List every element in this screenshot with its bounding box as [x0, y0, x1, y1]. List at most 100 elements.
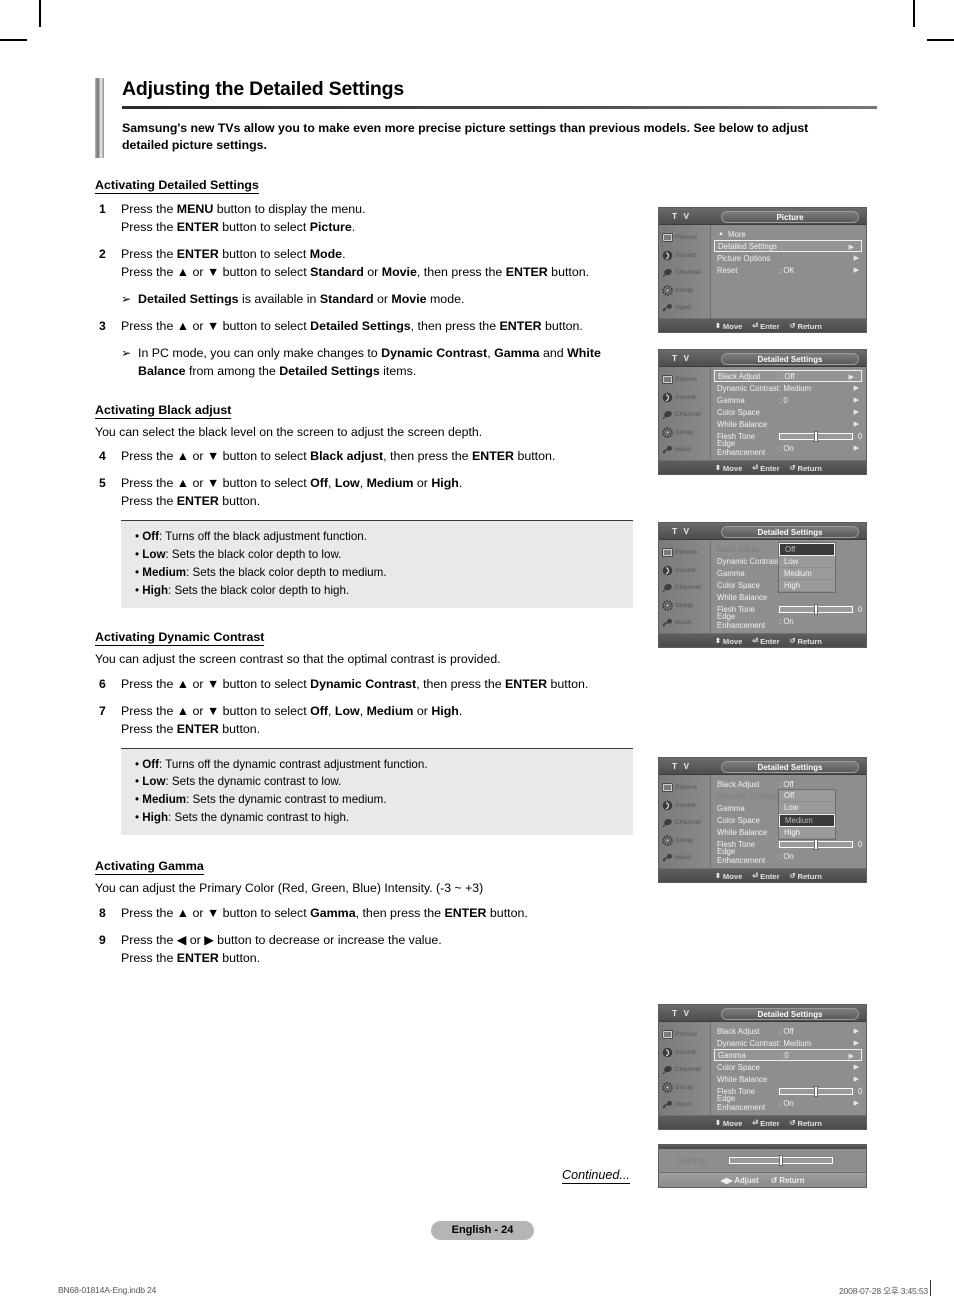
osd-sidebar-label: Picture [675, 784, 698, 792]
osd-menu-row[interactable]: Detailed Settings ▶ [714, 240, 862, 252]
osd-sidebar-item-input[interactable]: Input [659, 1096, 710, 1114]
step-text: Press the ▲ or ▼ button to select Detail… [121, 319, 583, 334]
osd-sidebar-label: Picture [675, 234, 698, 242]
osd-hint-bar: ⬍ Move ⏎ Enter ↺ Return [659, 1115, 866, 1129]
osd-sidebar-item-picture[interactable]: Picture [659, 544, 710, 562]
osd-dropdown-option[interactable]: High [779, 580, 835, 592]
osd-sidebar-item-setup[interactable]: Setup [659, 424, 710, 442]
osd-panel-detailed-settings-menu[interactable]: T V Detailed Settings Picture Sound Channel S… [658, 349, 867, 475]
osd-tv-label: T V [672, 353, 692, 363]
osd-sidebar-item-setup[interactable]: Setup [659, 597, 710, 615]
osd-menu-row[interactable]: Edge Enhancement: On [714, 847, 866, 865]
osd-sidebar-item-sound[interactable]: Sound [659, 247, 710, 265]
step-number: 8 [99, 905, 106, 920]
osd-menu-row[interactable]: Edge Enhancement: On ▶ [714, 1094, 866, 1112]
osd-sidebar-item-sound[interactable]: Sound [659, 797, 710, 815]
osd-panel-picture-menu[interactable]: T V Picture Picture Sound Channel Setup Input ▲… [658, 207, 867, 333]
gamma-slider-knob[interactable] [779, 1155, 783, 1166]
osd-sidebar-label: Channel [675, 1066, 702, 1074]
osd-menu-row[interactable]: Dynamic Contrast: Medium ▶ [714, 1037, 866, 1049]
tip-box: Off: Turns off the black adjustment func… [121, 520, 633, 609]
osd-menu-row[interactable]: White Balance ▶ [714, 1073, 866, 1085]
osd-dropdown-option[interactable]: Off [779, 790, 835, 802]
osd-menu-row[interactable]: Reset: OK ▶ [714, 264, 866, 276]
osd-sidebar-label: Input [675, 1101, 692, 1109]
osd-menu-row[interactable]: Edge Enhancement: On ▶ [714, 439, 866, 457]
osd-slider[interactable] [779, 838, 853, 850]
osd-sidebar-item-input[interactable]: Input [659, 849, 710, 867]
osd-menu-list: Black Adjust: Off ▶ Dynamic Contrast: Medi… [711, 1022, 866, 1115]
osd-sidebar-item-channel[interactable]: Channel [659, 1061, 710, 1079]
chevron-right-icon: ▶ [853, 1100, 859, 1107]
osd-sidebar-item-input[interactable]: Input [659, 299, 710, 317]
osd-sidebar-item-picture[interactable]: Picture [659, 229, 710, 247]
osd-menu-row[interactable]: Black Adjust: Off ▶ [714, 1025, 866, 1037]
osd-slider[interactable] [779, 603, 853, 615]
gamma-bar-content: Gamma 0 [659, 1149, 866, 1172]
osd-dropdown-option[interactable]: Off [779, 543, 835, 556]
channel-icon [662, 409, 673, 420]
osd-hint-move: ⬍ Move [715, 1118, 743, 1128]
osd-menu-row[interactable]: Gamma: 0 ▶ [714, 1049, 862, 1061]
osd-menu-row[interactable]: White Balance ▶ [714, 418, 866, 430]
step-text: Press the MENU button to display the men… [121, 202, 366, 235]
osd-dropdown-option[interactable]: High [779, 827, 835, 839]
osd-sidebar-item-sound[interactable]: Sound [659, 1044, 710, 1062]
osd-slider[interactable] [779, 1085, 853, 1097]
osd-row-value: : Off [779, 779, 794, 789]
osd-dropdown-option[interactable]: Low [779, 556, 835, 568]
osd-menu-list: Black Adjust: OffDynamic Contrast:Gamma:… [711, 775, 866, 868]
step-item: 5 Press the ▲ or ▼ button to select Off, … [95, 475, 877, 511]
osd-slider-knob[interactable] [814, 603, 818, 615]
osd-row-label: Dynamic Contrast [717, 383, 779, 393]
osd-sidebar-item-setup[interactable]: Setup [659, 1079, 710, 1097]
osd-sidebar-item-setup[interactable]: Setup [659, 832, 710, 850]
osd-panel-dynamic-contrast-dropdown[interactable]: T V Detailed Settings Picture Sound Channel S… [658, 757, 867, 883]
tip-text: : Sets the dynamic contrast to medium. [186, 793, 387, 806]
osd-sidebar-item-channel[interactable]: Channel [659, 264, 710, 282]
osd-menu-row[interactable]: Edge Enhancement: On [714, 612, 866, 630]
osd-menu-row[interactable]: Dynamic Contrast: Medium ▶ [714, 382, 866, 394]
osd-dropdown-option[interactable]: Medium [779, 568, 835, 580]
osd-sidebar-label: Input [675, 446, 692, 454]
osd-sidebar-item-input[interactable]: Input [659, 614, 710, 632]
osd-slider-knob[interactable] [814, 430, 818, 442]
osd-panel-gamma-selected-menu[interactable]: T V Detailed Settings Picture Sound Channel S… [658, 1004, 867, 1130]
osd-row-label: More [727, 229, 746, 239]
osd-sidebar-item-picture[interactable]: Picture [659, 1026, 710, 1044]
osd-sidebar-item-picture[interactable]: Picture [659, 779, 710, 797]
osd-sidebar-item-sound[interactable]: Sound [659, 562, 710, 580]
osd-dropdown-option[interactable]: Low [779, 802, 835, 814]
osd-dropdown[interactable]: Off Low Medium High [778, 789, 836, 840]
osd-menu-row[interactable]: Gamma: 0 ▶ [714, 394, 866, 406]
page-badge: English - 24 [431, 1221, 534, 1240]
osd-menu-row[interactable]: Black Adjust: Off ▶ [714, 370, 862, 382]
osd-dropdown-option[interactable]: Medium [779, 814, 835, 827]
osd-sidebar-item-setup[interactable]: Setup [659, 282, 710, 300]
osd-slider[interactable] [779, 430, 853, 442]
osd-sidebar-item-input[interactable]: Input [659, 441, 710, 459]
osd-row-value: 0 [858, 604, 863, 614]
osd-menu-row[interactable]: Picture Options ▶ [714, 252, 866, 264]
osd-slider-knob[interactable] [814, 1085, 818, 1097]
osd-row-value: : On [779, 616, 794, 626]
osd-menu-row[interactable]: Color Space ▶ [714, 406, 866, 418]
osd-sidebar-item-channel[interactable]: Channel [659, 406, 710, 424]
osd-sidebar-item-channel[interactable]: Channel [659, 814, 710, 832]
osd-gamma-adjust-bar[interactable]: Gamma 0 ◀▶ Adjust ↺ Return [658, 1144, 867, 1188]
osd-panel-black-adjust-dropdown[interactable]: T V Detailed Settings Picture Sound Channel S… [658, 522, 867, 648]
setup-icon [662, 426, 673, 438]
osd-sidebar-item-channel[interactable]: Channel [659, 579, 710, 597]
tip-term: Medium [142, 565, 187, 579]
chevron-right-icon: ▶ [853, 1028, 859, 1035]
osd-menu-row[interactable]: ▲ More [714, 228, 866, 240]
gamma-hint-bar: ◀▶ Adjust ↺ Return [659, 1172, 866, 1187]
osd-menu-row[interactable]: Color Space ▶ [714, 1061, 866, 1073]
osd-slider-knob[interactable] [814, 838, 818, 850]
osd-sidebar-label: Sound [675, 251, 696, 259]
return-icon: ↺ [789, 465, 796, 472]
osd-sidebar-item-picture[interactable]: Picture [659, 371, 710, 389]
gamma-slider[interactable] [729, 1155, 833, 1166]
osd-dropdown[interactable]: Off Low Medium High [778, 542, 836, 593]
osd-sidebar-item-sound[interactable]: Sound [659, 389, 710, 407]
